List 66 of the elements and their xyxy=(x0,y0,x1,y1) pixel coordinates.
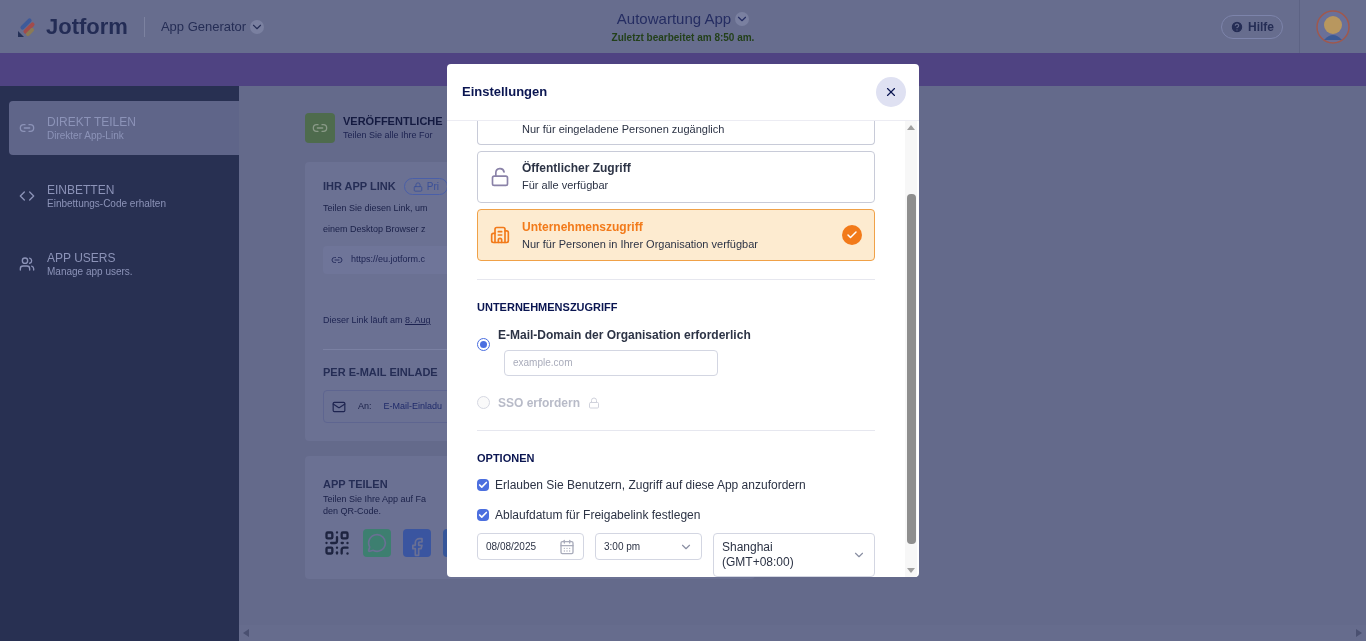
logo-text: Jotform xyxy=(46,13,128,41)
calendar-icon xyxy=(559,538,575,555)
section-subtitle: Teilen Sie alle Ihre For xyxy=(343,129,434,143)
avatar[interactable] xyxy=(1316,9,1350,44)
close-icon xyxy=(884,85,898,99)
option-title: Unternehmenszugriff xyxy=(522,218,644,236)
expiry-text: Dieser Link läuft am xyxy=(323,315,404,325)
date-field[interactable]: 08/08/2025 xyxy=(477,533,584,560)
timezone-dropdown[interactable]: Shanghai (GMT+08:00) xyxy=(713,533,875,577)
lock-icon xyxy=(588,396,601,409)
scrollbar-thumb[interactable] xyxy=(906,194,916,544)
help-icon xyxy=(1230,19,1244,34)
vertical-scrollbar[interactable] xyxy=(905,121,917,577)
card-description: den QR-Code. xyxy=(323,504,382,517)
chevron-down-icon xyxy=(735,12,750,26)
sidebar-item-subtitle: Manage app users. xyxy=(47,266,133,278)
option-description: Nur für eingeladene Personen zugänglich xyxy=(522,122,726,137)
link-icon xyxy=(331,254,343,266)
access-option[interactable]: Unternehmenszugriff Nur für Personen in Ihrer Organisation verfügbar xyxy=(477,208,875,262)
dialog-title: Einstellungen xyxy=(462,83,548,102)
section-title: VERÖFFENTLICHE xyxy=(343,114,443,130)
checkbox-label: Ablaufdatum für Freigabelink festlegen xyxy=(495,507,701,524)
card-title: IHR APP LINK xyxy=(323,179,396,195)
mail-icon xyxy=(332,399,346,414)
scroll-right-icon[interactable] xyxy=(1356,629,1362,637)
expiry-date-link[interactable]: 8. Aug xyxy=(405,315,431,325)
close-button[interactable] xyxy=(876,77,906,107)
facebook-icon[interactable] xyxy=(403,528,431,557)
qr-code-icon[interactable] xyxy=(323,528,351,557)
unlocked-icon xyxy=(490,166,510,187)
sidebar-item-subtitle: Einbettungs-Code erhalten xyxy=(47,198,166,210)
sidebar-item[interactable]: EINBETTEN Einbettungs-Code erhalten xyxy=(9,169,239,223)
card-description: einem Desktop Browser z xyxy=(323,222,426,236)
chevron-down-icon xyxy=(250,19,265,34)
domain-input-field[interactable]: example.com xyxy=(504,349,718,376)
card-description: Teilen Sie Ihre App auf Fa xyxy=(323,492,427,505)
scroll-down-icon[interactable] xyxy=(907,568,915,573)
product-dropdown[interactable]: App Generator xyxy=(160,16,265,37)
link-badge-icon xyxy=(305,113,335,143)
logo-icon xyxy=(16,15,38,38)
sidebar-item-title: EINBETTEN xyxy=(47,182,116,198)
last-edited-text: Zuletzt bearbeitet am 8:50 am. xyxy=(611,31,755,46)
section-heading: OPTIONEN xyxy=(477,450,536,466)
card-title: APP TEILEN xyxy=(323,477,388,492)
checkbox[interactable] xyxy=(477,509,489,521)
section-heading: UNTERNEHMENSZUGRIFF xyxy=(477,300,619,316)
code-icon xyxy=(19,188,35,204)
users-icon xyxy=(19,256,35,272)
sidebar-item-title: APP USERS xyxy=(47,250,117,266)
building-icon xyxy=(490,224,510,245)
scroll-up-icon[interactable] xyxy=(907,125,915,130)
access-option[interactable]: Nur für eingeladene Personen zugänglich xyxy=(477,121,875,145)
option-description: Nur für Personen in Ihrer Organisation verfügbar xyxy=(522,236,759,252)
option-description: Für alle verfügbar xyxy=(522,178,610,194)
radio-label: SSO erfordern xyxy=(498,394,581,412)
checkbox[interactable] xyxy=(477,479,489,491)
radio-label: E-Mail-Domain der Organisation erforderlich xyxy=(498,326,751,344)
access-option[interactable]: Öffentlicher Zugriff Für alle verfügbar xyxy=(477,150,875,203)
sidebar-item[interactable]: APP USERS Manage app users. xyxy=(9,237,239,291)
app-title-dropdown[interactable]: Autowartung App xyxy=(616,7,750,31)
option-title: Öffentlicher Zugriff xyxy=(522,160,632,178)
check-icon xyxy=(842,224,862,245)
scroll-left-icon[interactable] xyxy=(243,629,249,637)
card-description: Teilen Sie diesen Link, um xyxy=(323,202,428,215)
checkbox-label: Erlauben Sie Benutzern, Zugriff auf diese App anzufordern xyxy=(495,477,806,494)
time-dropdown[interactable]: 3:00 pm xyxy=(595,533,702,560)
